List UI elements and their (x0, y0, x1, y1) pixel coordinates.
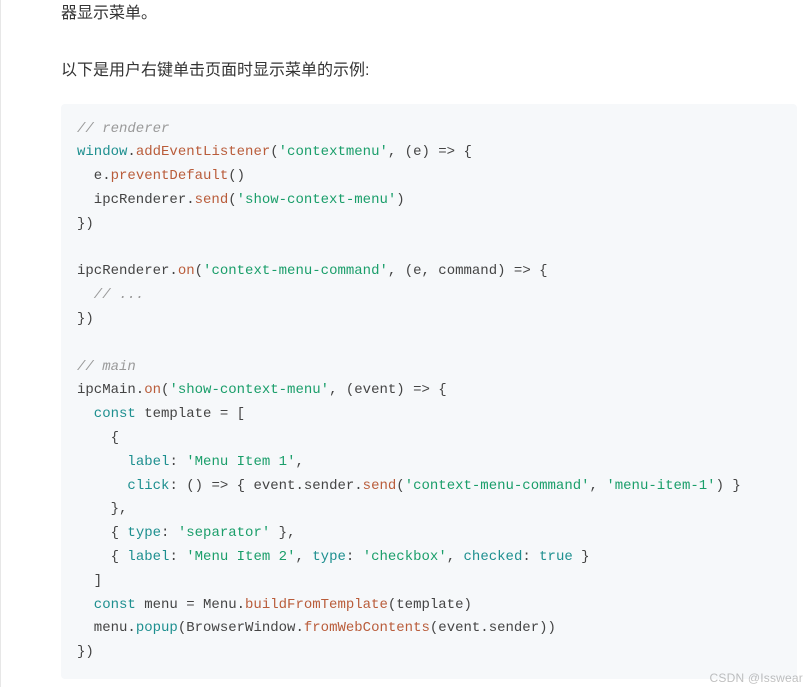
paragraph-intro: 以下是用户右键单击页面时显示菜单的示例: (61, 57, 811, 86)
code-content: // renderer window.addEventListener('con… (77, 118, 781, 665)
watermark: CSDN @Isswear (710, 671, 803, 685)
code-block[interactable]: // renderer window.addEventListener('con… (61, 104, 797, 679)
paragraph-fragment: 器显示菜单。 (61, 0, 811, 29)
